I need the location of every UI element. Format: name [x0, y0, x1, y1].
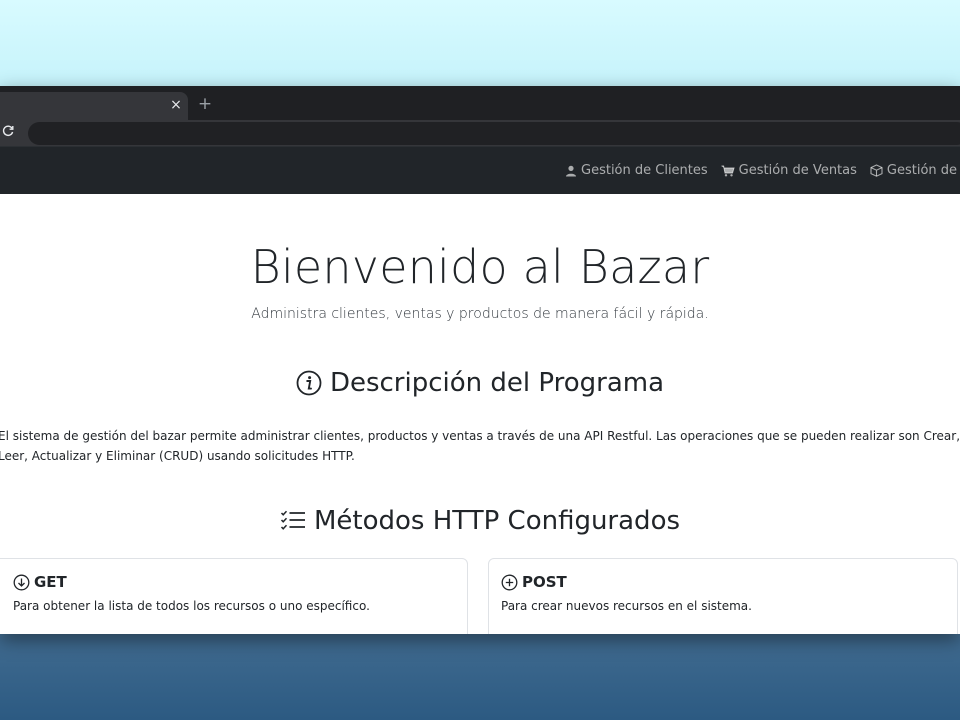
arrow-down-circle-icon	[13, 574, 30, 590]
cart-icon	[721, 165, 735, 176]
nav-link-label: Gestión de Ventas	[738, 163, 857, 178]
description-heading: Descripción del Programa	[0, 368, 960, 398]
page-title: Bienvenido al Bazar	[250, 240, 710, 294]
page-subtitle: Administra clientes, ventas y productos …	[251, 306, 709, 322]
new-tab-button[interactable]: +	[196, 94, 214, 114]
reload-icon[interactable]	[2, 124, 18, 142]
box-icon	[870, 164, 883, 177]
nav-links: Gestión de Clientes Gestión de Ventas Ge…	[565, 147, 960, 194]
main-content: Bienvenido al Bazar Administra clientes,…	[0, 194, 960, 634]
address-bar[interactable]	[28, 122, 960, 145]
navbar: Gestión de Clientes Gestión de Ventas Ge…	[0, 146, 960, 194]
nav-link-label: Gestión de Clientes	[581, 163, 708, 178]
card-title: POST	[522, 573, 567, 591]
close-tab-icon[interactable]: ×	[168, 96, 184, 114]
browser-window: × + Gestión de Clientes Gestión de Venta…	[0, 86, 960, 634]
info-circle-icon	[296, 370, 322, 396]
plus-circle-icon	[501, 574, 518, 590]
method-card-get: GET Para obtener la lista de todos los r…	[0, 558, 468, 634]
browser-toolbar	[0, 120, 960, 146]
tab-strip: × +	[0, 86, 960, 120]
description-text: El sistema de gestión del bazar permite …	[0, 429, 960, 463]
list-check-icon	[280, 510, 305, 530]
nav-link-clientes[interactable]: Gestión de Clientes	[565, 163, 708, 178]
nav-link-ventas[interactable]: Gestión de Ventas	[721, 163, 857, 178]
nav-link-label: Gestión de Productos	[886, 163, 960, 178]
browser-tab[interactable]: ×	[0, 92, 188, 120]
method-card-post: POST Para crear nuevos recursos en el si…	[488, 558, 958, 634]
card-title: GET	[34, 573, 67, 591]
description-title: Descripción del Programa	[329, 368, 665, 398]
card-text: Para crear nuevos recursos en el sistema…	[501, 599, 752, 613]
card-header: GET	[13, 573, 455, 591]
person-icon	[566, 165, 576, 176]
methods-heading: Métodos HTTP Configurados	[0, 506, 960, 536]
methods-title: Métodos HTTP Configurados	[313, 506, 681, 536]
card-header: POST	[501, 573, 945, 591]
nav-link-productos[interactable]: Gestión de Productos	[870, 163, 960, 178]
card-text: Para obtener la lista de todos los recur…	[13, 599, 370, 613]
